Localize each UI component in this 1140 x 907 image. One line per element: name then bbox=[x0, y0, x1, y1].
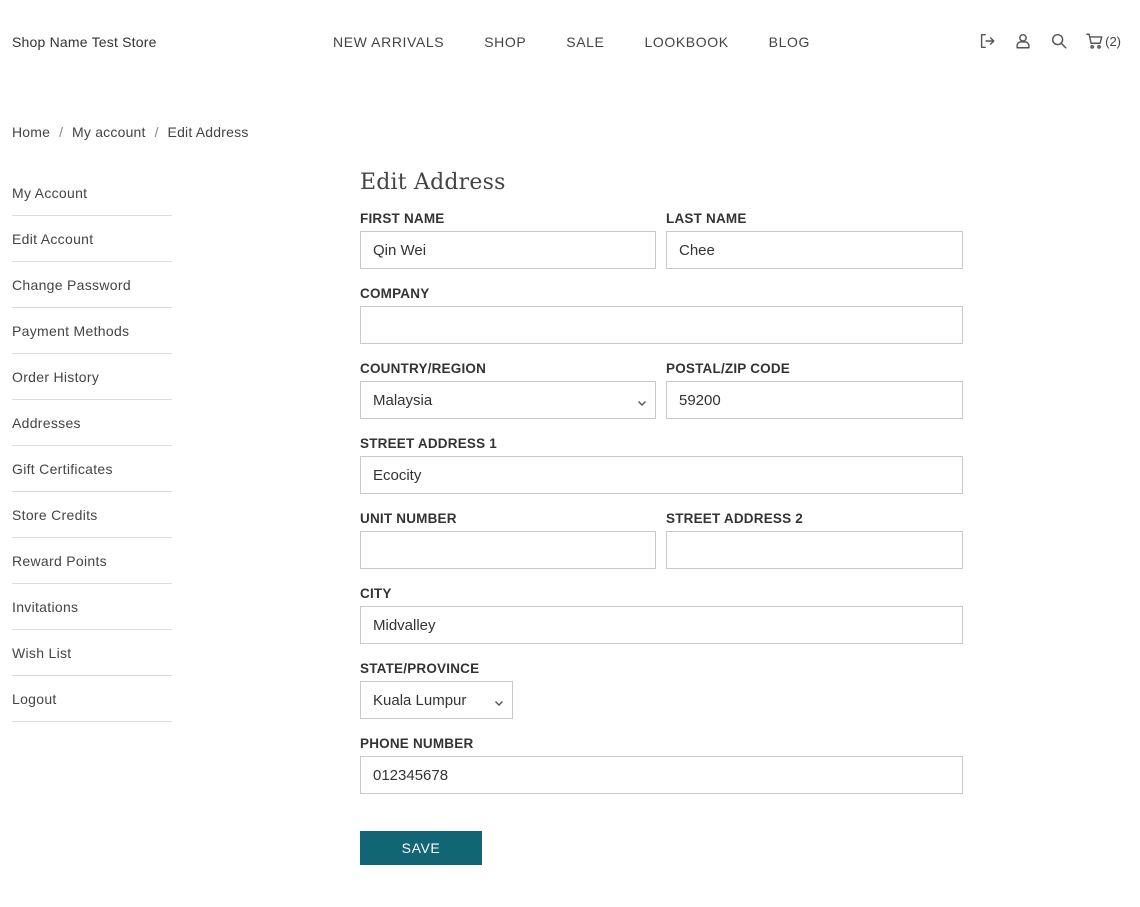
sidebar-item-wish-list[interactable]: Wish List bbox=[12, 630, 172, 676]
breadcrumb-separator: / bbox=[59, 124, 64, 140]
breadcrumb-home[interactable]: Home bbox=[12, 124, 50, 140]
country-group: COUNTRY/REGION Malaysia bbox=[360, 360, 656, 419]
phone-group: PHONE NUMBER bbox=[360, 735, 963, 794]
city-input[interactable] bbox=[360, 606, 963, 644]
unit-label: UNIT NUMBER bbox=[360, 511, 457, 526]
sidebar-item-invitations[interactable]: Invitations bbox=[12, 584, 172, 630]
nav-blog[interactable]: BLOG bbox=[769, 34, 810, 50]
breadcrumb-separator: / bbox=[154, 124, 159, 140]
postal-input[interactable] bbox=[666, 381, 963, 419]
cart-button[interactable]: (2) bbox=[1085, 32, 1121, 50]
country-label: COUNTRY/REGION bbox=[360, 361, 487, 376]
account-sidebar: My Account Edit Account Change Password … bbox=[12, 170, 172, 722]
nav-sale[interactable]: SALE bbox=[566, 34, 604, 50]
country-select-value: Malaysia bbox=[373, 391, 433, 409]
cart-icon bbox=[1086, 33, 1103, 49]
nav-lookbook[interactable]: LOOKBOOK bbox=[644, 34, 728, 50]
company-label: COMPANY bbox=[360, 286, 430, 301]
city-label: CITY bbox=[360, 586, 392, 601]
country-select[interactable]: Malaysia bbox=[360, 381, 656, 419]
first-name-group: FIRST NAME bbox=[360, 210, 656, 269]
state-select-value: Kuala Lumpur bbox=[373, 691, 467, 709]
state-select[interactable]: Kuala Lumpur bbox=[360, 681, 513, 719]
store-name-link[interactable]: Shop Name Test Store bbox=[12, 34, 157, 50]
main-nav: NEW ARRIVALS SHOP SALE LOOKBOOK BLOG bbox=[333, 34, 810, 50]
sidebar-item-change-password[interactable]: Change Password bbox=[12, 262, 172, 308]
breadcrumb-my-account[interactable]: My account bbox=[72, 124, 146, 140]
sidebar-item-gift-certificates[interactable]: Gift Certificates bbox=[12, 446, 172, 492]
postal-label: POSTAL/ZIP CODE bbox=[666, 361, 791, 376]
breadcrumb-edit-address: Edit Address bbox=[167, 124, 249, 140]
phone-input[interactable] bbox=[360, 756, 963, 794]
street1-input[interactable] bbox=[360, 456, 963, 494]
save-button[interactable]: SAVE bbox=[360, 831, 482, 865]
sidebar-item-edit-account[interactable]: Edit Account bbox=[12, 216, 172, 262]
sidebar-item-my-account[interactable]: My Account bbox=[12, 170, 172, 216]
street1-label: STREET ADDRESS 1 bbox=[360, 436, 497, 451]
nav-shop[interactable]: SHOP bbox=[484, 34, 526, 50]
phone-label: PHONE NUMBER bbox=[360, 736, 474, 751]
search-icon[interactable] bbox=[1049, 31, 1069, 51]
city-group: CITY bbox=[360, 585, 963, 644]
page-title: Edit Address bbox=[360, 170, 506, 195]
first-name-input[interactable] bbox=[360, 231, 656, 269]
breadcrumb: Home / My account / Edit Address bbox=[12, 124, 249, 140]
street1-group: STREET ADDRESS 1 bbox=[360, 435, 963, 494]
street2-input[interactable] bbox=[666, 531, 963, 569]
sidebar-item-addresses[interactable]: Addresses bbox=[12, 400, 172, 446]
nav-new-arrivals[interactable]: NEW ARRIVALS bbox=[333, 34, 444, 50]
chevron-down-icon bbox=[494, 695, 504, 706]
logout-icon[interactable] bbox=[977, 31, 997, 51]
last-name-label: LAST NAME bbox=[666, 211, 747, 226]
state-label: STATE/PROVINCE bbox=[360, 661, 480, 676]
postal-group: POSTAL/ZIP CODE bbox=[666, 360, 963, 419]
header-icons: (2) bbox=[961, 31, 1121, 51]
cart-count: (2) bbox=[1105, 33, 1121, 49]
sidebar-item-store-credits[interactable]: Store Credits bbox=[12, 492, 172, 538]
street2-group: STREET ADDRESS 2 bbox=[666, 510, 963, 569]
company-group: COMPANY bbox=[360, 285, 963, 344]
chevron-down-icon bbox=[637, 395, 647, 406]
unit-group: UNIT NUMBER bbox=[360, 510, 656, 569]
edit-address-form: Edit Address FIRST NAME LAST NAME COMPAN… bbox=[360, 170, 963, 865]
company-input[interactable] bbox=[360, 306, 963, 344]
sidebar-item-order-history[interactable]: Order History bbox=[12, 354, 172, 400]
last-name-group: LAST NAME bbox=[666, 210, 963, 269]
sidebar-item-payment-methods[interactable]: Payment Methods bbox=[12, 308, 172, 354]
state-group: STATE/PROVINCE Kuala Lumpur bbox=[360, 660, 513, 719]
sidebar-item-reward-points[interactable]: Reward Points bbox=[12, 538, 172, 584]
last-name-input[interactable] bbox=[666, 231, 963, 269]
unit-input[interactable] bbox=[360, 531, 656, 569]
account-icon[interactable] bbox=[1013, 31, 1033, 51]
site-header: Shop Name Test Store NEW ARRIVALS SHOP S… bbox=[0, 0, 1140, 84]
street2-label: STREET ADDRESS 2 bbox=[666, 511, 803, 526]
sidebar-item-logout[interactable]: Logout bbox=[12, 676, 172, 722]
first-name-label: FIRST NAME bbox=[360, 211, 445, 226]
